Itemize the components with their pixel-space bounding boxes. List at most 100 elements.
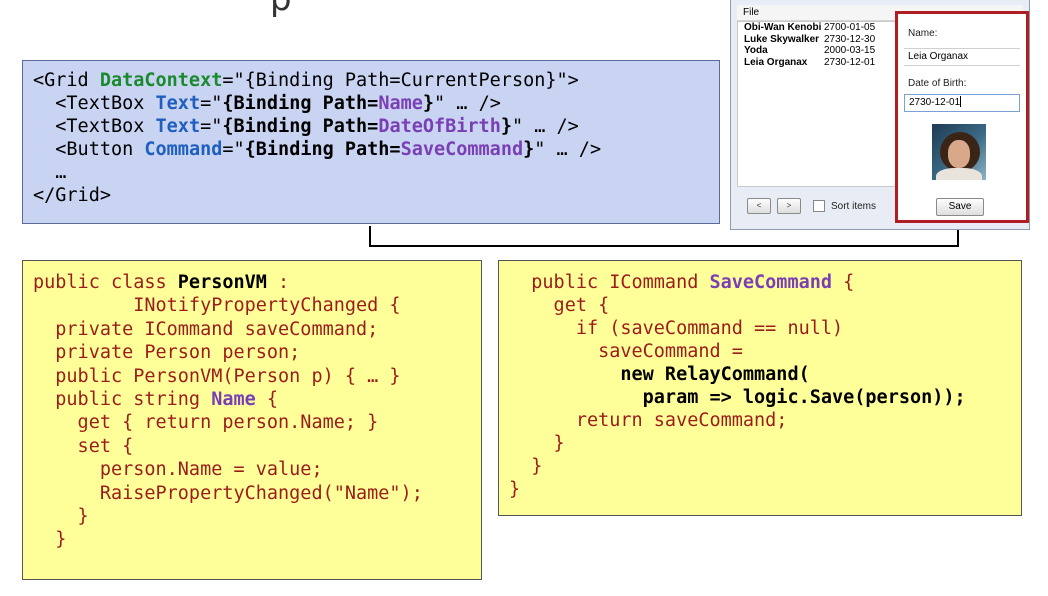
code-line: RaisePropertyChanged("Name");: [33, 482, 471, 505]
code-line: }: [509, 432, 1011, 455]
slide-title-text: p: [270, 0, 350, 16]
person-dob: 2730-12-01: [824, 56, 876, 68]
code-line: private ICommand saveCommand;: [33, 318, 471, 341]
code-token: }: [523, 139, 535, 160]
code-token: =": [200, 116, 223, 137]
code-token: public PersonVM(Person p) { … }: [33, 365, 401, 387]
code-token: =": [222, 139, 245, 160]
code-token: =": [200, 93, 223, 114]
code-token: public class: [33, 272, 178, 293]
code-line: public class PersonVM :: [33, 271, 471, 294]
code-line: public ICommand SaveCommand {: [509, 271, 1011, 294]
app-window: File Obi-Wan Kenobi 2700-01-05 Luke Skyw…: [730, 0, 1030, 230]
code-token: Text: [155, 116, 201, 137]
photo-shoulders: [936, 168, 982, 180]
savecommand-code-block: public ICommand SaveCommand { get { if (…: [498, 260, 1022, 516]
code-line: param => logic.Save(person));: [509, 386, 1011, 409]
person-dob: 2730-12-30: [824, 33, 876, 45]
code-token: set {: [33, 435, 134, 457]
code-token: Name: [211, 389, 256, 411]
code-token: if (saveCommand == null): [509, 318, 844, 339]
code-token: <Grid: [33, 70, 100, 91]
person-name: Luke Skywalker: [744, 33, 820, 45]
code-token: </Grid>: [33, 185, 111, 206]
code-token: <TextBox: [33, 93, 156, 114]
slide-title-fragment: p: [270, 0, 350, 24]
code-token: }: [500, 116, 512, 137]
code-token: }: [509, 456, 543, 477]
photo-face: [948, 140, 970, 168]
code-token: }: [33, 529, 67, 551]
code-line: person.Name = value;: [33, 458, 471, 481]
code-token: DataContext: [99, 70, 223, 91]
code-token: RaisePropertyChanged("Name");: [33, 482, 423, 504]
next-button[interactable]: >: [777, 198, 801, 214]
code-line: <Button Command="{Binding Path=SaveComma…: [33, 138, 709, 161]
code-token: {Binding Path=: [222, 93, 379, 114]
code-token: get {: [509, 295, 610, 316]
code-line: new RelayCommand(: [509, 363, 1011, 386]
person-name: Leia Organax: [744, 56, 808, 68]
code-line: </Grid>: [33, 184, 709, 207]
code-token: PersonVM: [177, 272, 267, 293]
code-token: INotifyPropertyChanged {: [33, 295, 401, 317]
code-token: }: [509, 479, 521, 500]
person-name: Obi-Wan Kenobi: [744, 22, 822, 33]
personvm-code-block: public class PersonVM : INotifyPropertyC…: [22, 260, 482, 580]
code-token: param => logic.Save(person));: [509, 387, 966, 408]
code-token: }: [509, 433, 565, 454]
name-field[interactable]: Leia Organax: [904, 48, 1020, 66]
code-token: <TextBox: [33, 116, 156, 137]
previous-button[interactable]: <: [747, 198, 771, 214]
code-token: <Button: [33, 139, 145, 160]
code-token: return saveCommand;: [509, 410, 788, 431]
code-line: }: [509, 455, 1011, 478]
code-line: public string Name {: [33, 388, 471, 411]
code-token: public ICommand: [509, 272, 710, 293]
name-field-value: Leia Organax: [908, 51, 969, 62]
code-token: {: [255, 389, 279, 411]
code-line: }: [509, 478, 1011, 501]
code-line: if (saveCommand == null): [509, 317, 1011, 340]
code-token: private Person person;: [33, 342, 301, 364]
person-detail-panel: Name: Leia Organax Date of Birth: 2730-1…: [895, 11, 1029, 223]
code-token: " … />: [434, 93, 501, 114]
person-dob: 2700-01-05: [824, 22, 876, 33]
person-photo: [932, 124, 986, 180]
code-token: ="{Binding Path=CurrentPerson}">: [222, 70, 579, 91]
code-line: private Person person;: [33, 341, 471, 364]
code-token: " … />: [511, 116, 579, 137]
code-token: private ICommand saveCommand;: [33, 318, 379, 340]
code-line: …: [33, 161, 709, 184]
code-token: {: [832, 272, 855, 293]
name-label: Name:: [908, 28, 938, 39]
code-token: new RelayCommand(: [509, 364, 810, 385]
code-line: return saveCommand;: [509, 409, 1011, 432]
text-cursor: [960, 96, 962, 107]
code-token: SaveCommand: [709, 272, 833, 293]
code-token: get { return person.Name; }: [33, 412, 379, 434]
code-token: :: [266, 272, 290, 293]
code-token: {Binding Path=: [244, 139, 401, 160]
save-button[interactable]: Save: [936, 198, 984, 216]
dob-field-value: 2730-12-01: [909, 97, 961, 108]
code-line: get { return person.Name; }: [33, 411, 471, 434]
date-of-birth-field[interactable]: 2730-12-01: [904, 94, 1020, 112]
code-line: <TextBox Text="{Binding Path=DateOfBirth…: [33, 115, 709, 138]
code-line: set {: [33, 435, 471, 458]
code-line: <TextBox Text="{Binding Path=Name}" … />: [33, 92, 709, 115]
code-token: " … />: [534, 139, 602, 160]
code-token: Text: [155, 93, 201, 114]
code-line: saveCommand =: [509, 340, 1011, 363]
code-token: }: [422, 93, 435, 114]
code-line: }: [33, 505, 471, 528]
sort-items-checkbox[interactable]: [813, 200, 825, 212]
dob-label: Date of Birth:: [908, 78, 967, 89]
code-token: Name: [378, 93, 423, 114]
code-token: }: [33, 506, 89, 528]
code-token: saveCommand =: [509, 341, 743, 362]
sort-items-label: Sort items: [831, 200, 877, 212]
code-token: Command: [144, 139, 223, 160]
menu-file[interactable]: File: [743, 7, 759, 18]
code-token: …: [33, 162, 67, 183]
